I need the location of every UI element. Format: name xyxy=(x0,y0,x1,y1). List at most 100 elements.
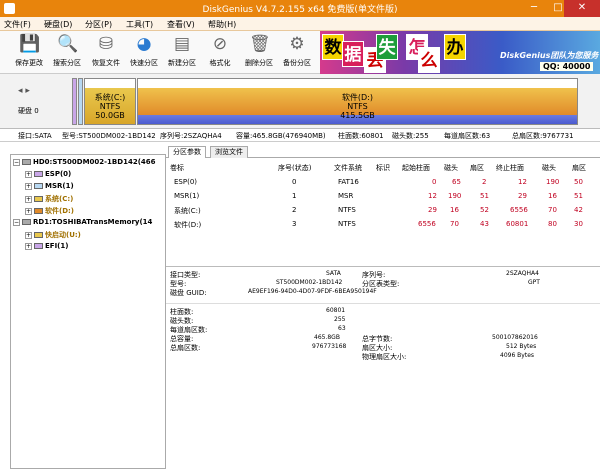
tree-partition[interactable]: + 软件(D:) xyxy=(25,206,74,217)
menu-help[interactable]: 帮助(H) xyxy=(208,19,236,30)
info-interface: 接口:SATA xyxy=(18,132,52,140)
collapse-icon[interactable]: − xyxy=(13,218,20,226)
partition-fs: NTFS xyxy=(99,102,121,111)
partition-size: 50.0GB xyxy=(95,111,125,120)
table-row[interactable]: 系统(C:) 2 NTFS 29 16 52 6556 70 42 xyxy=(166,204,600,217)
info-capacity: 容量:465.8GB(476940MB) xyxy=(236,132,326,140)
format-button[interactable]: ⊘ 格式化 xyxy=(203,34,237,72)
expand-icon[interactable]: + xyxy=(25,231,32,239)
col-header[interactable]: 磁头 xyxy=(444,163,458,173)
quick-partition-icon: ◕ xyxy=(136,34,152,54)
tree-disk-rd1[interactable]: − RD1:TOSHIBATransMemory(14 xyxy=(13,218,152,229)
disk-tree: − HD0:ST500DM002-1BD142(466 + ESP(0) + MSR(… xyxy=(10,154,166,469)
partition-name: 软件(D:) xyxy=(341,93,374,102)
search-partition-button[interactable]: 🔍 搜索分区 xyxy=(50,34,84,72)
expand-icon[interactable]: + xyxy=(25,195,32,203)
row-name: ESP(0) xyxy=(174,178,198,186)
tab-browse-files[interactable]: 浏览文件 xyxy=(210,146,248,158)
d-partition-bar[interactable]: 软件(D:) NTFS 415.5GB xyxy=(137,78,578,125)
col-header[interactable]: 扇区 xyxy=(470,163,484,173)
tree-partition[interactable]: + ESP(0) xyxy=(25,170,71,181)
col-header[interactable]: 文件系统 xyxy=(334,163,362,173)
disk-map: ◂ ▸ 硬盘 0 系统(C:) NTFS 50.0GB 软件(D:) NTFS … xyxy=(0,74,600,129)
recover-files-button[interactable]: ⛁ 恢复文件 xyxy=(89,34,123,72)
c-partition-bar[interactable]: 系统(C:) NTFS 50.0GB xyxy=(84,78,136,125)
new-partition-icon: ▤ xyxy=(173,34,191,54)
partition-icon xyxy=(34,232,43,238)
search-icon: 🔍 xyxy=(57,34,79,54)
banner-char: 么 xyxy=(418,47,440,73)
expand-icon[interactable]: + xyxy=(25,170,32,178)
banner-char: 据 xyxy=(342,41,364,67)
tab-bar: 分区参数 浏览文件 xyxy=(166,145,600,158)
disk-icon xyxy=(22,219,31,225)
col-header[interactable]: 卷标 xyxy=(170,163,184,173)
save-icon: 💾 xyxy=(19,34,41,54)
format-icon: ⊘ xyxy=(212,34,228,54)
save-changes-button[interactable]: 💾 保存更改 xyxy=(12,34,46,72)
quick-partition-button[interactable]: ◕ 快速分区 xyxy=(127,34,161,72)
backup-icon: ⚙ xyxy=(289,34,305,54)
col-header[interactable]: 序号(状态) xyxy=(278,163,311,173)
banner-char: 办 xyxy=(444,34,466,60)
menu-view[interactable]: 查看(V) xyxy=(167,19,195,30)
menu-file[interactable]: 文件(F) xyxy=(4,19,31,30)
disk-nav-arrows[interactable]: ◂ ▸ xyxy=(18,86,30,96)
banner-team-text: DiskGenius团队为您服务 xyxy=(500,51,599,60)
msr-partition-bar[interactable] xyxy=(78,78,83,125)
minimize-button[interactable]: ─ xyxy=(522,0,546,17)
close-button[interactable]: ✕ xyxy=(564,0,600,17)
tree-disk-hd0[interactable]: − HD0:ST500DM002-1BD142(466 xyxy=(13,158,156,169)
menu-tools[interactable]: 工具(T) xyxy=(126,19,153,30)
row-name: 系统(C:) xyxy=(174,207,201,215)
expand-icon[interactable]: + xyxy=(25,182,32,190)
menu-partition[interactable]: 分区(P) xyxy=(85,19,112,30)
delete-icon: 🗑 xyxy=(249,34,271,54)
backup-partition-button[interactable]: ⚙ 备份分区 xyxy=(280,34,314,72)
tree-partition[interactable]: + MSR(1) xyxy=(25,182,74,193)
menu-disk[interactable]: 硬盘(D) xyxy=(44,19,72,30)
delete-partition-button[interactable]: 🗑 删除分区 xyxy=(242,34,276,72)
collapse-icon[interactable]: − xyxy=(13,158,20,166)
expand-icon[interactable]: + xyxy=(25,242,32,250)
info-cylinders: 柱面数:60801 xyxy=(338,132,384,140)
recover-icon: ⛁ xyxy=(98,34,114,54)
new-partition-button[interactable]: ▤ 新建分区 xyxy=(165,34,199,72)
partition-icon xyxy=(34,171,43,177)
col-header[interactable]: 终止柱面 xyxy=(496,163,524,173)
partition-table: 卷标 序号(状态) 文件系统 标识 起始柱面 磁头 扇区 终止柱面 磁头 扇区 … xyxy=(166,160,600,245)
col-header[interactable]: 磁头 xyxy=(542,163,556,173)
esp-partition-bar[interactable] xyxy=(72,78,77,125)
banner-qq: QQ: 40000 xyxy=(540,62,594,71)
partition-size: 415.5GB xyxy=(340,111,375,120)
info-heads: 磁头数:255 xyxy=(392,132,429,140)
tab-partition-params[interactable]: 分区参数 xyxy=(168,146,206,158)
banner-char: 失 xyxy=(376,34,398,60)
col-header[interactable]: 扇区 xyxy=(572,163,586,173)
banner-char: 数 xyxy=(322,34,344,60)
info-total-sectors: 总扇区数:9767731 xyxy=(512,132,574,140)
partition-name: 系统(C:) xyxy=(94,93,126,102)
expand-icon[interactable]: + xyxy=(25,207,32,215)
col-header[interactable]: 标识 xyxy=(376,163,390,173)
info-sectors-per-track: 每道扇区数:63 xyxy=(444,132,491,140)
table-row[interactable]: 软件(D:) 3 NTFS 6556 70 43 60801 80 30 xyxy=(166,218,600,231)
promo-banner[interactable]: 数 据 丢 失 怎 么 办 DiskGenius团队为您服务 QQ: 40000 xyxy=(320,31,600,74)
tree-partition[interactable]: + 快启动(U:) xyxy=(25,230,81,241)
disk-info-bar: 接口:SATA 型号:ST500DM002-1BD142 序列号:2SZAQHA… xyxy=(0,129,600,142)
tree-partition[interactable]: + EFI(1) xyxy=(25,242,68,253)
partition-icon xyxy=(34,243,43,249)
col-header[interactable]: 起始柱面 xyxy=(402,163,430,173)
disk-icon xyxy=(22,159,31,165)
table-row[interactable]: ESP(0) 0 FAT16 0 65 2 12 190 50 xyxy=(166,176,600,189)
table-row[interactable]: MSR(1) 1 MSR 12 190 51 29 16 51 xyxy=(166,190,600,203)
menu-bar: 文件(F) 硬盘(D) 分区(P) 工具(T) 查看(V) 帮助(H) xyxy=(0,17,600,31)
row-name: 软件(D:) xyxy=(174,221,202,229)
partition-icon xyxy=(34,196,43,202)
right-pane: 分区参数 浏览文件 卷标 序号(状态) 文件系统 标识 起始柱面 磁头 扇区 终… xyxy=(166,145,600,469)
window-title: DiskGenius V4.7.2.155 x64 免费版(单文件版) xyxy=(202,5,398,15)
tree-partition[interactable]: + 系统(C:) xyxy=(25,194,73,205)
partition-fs: NTFS xyxy=(347,102,368,111)
partition-icon xyxy=(34,208,43,214)
row-name: MSR(1) xyxy=(174,192,200,200)
